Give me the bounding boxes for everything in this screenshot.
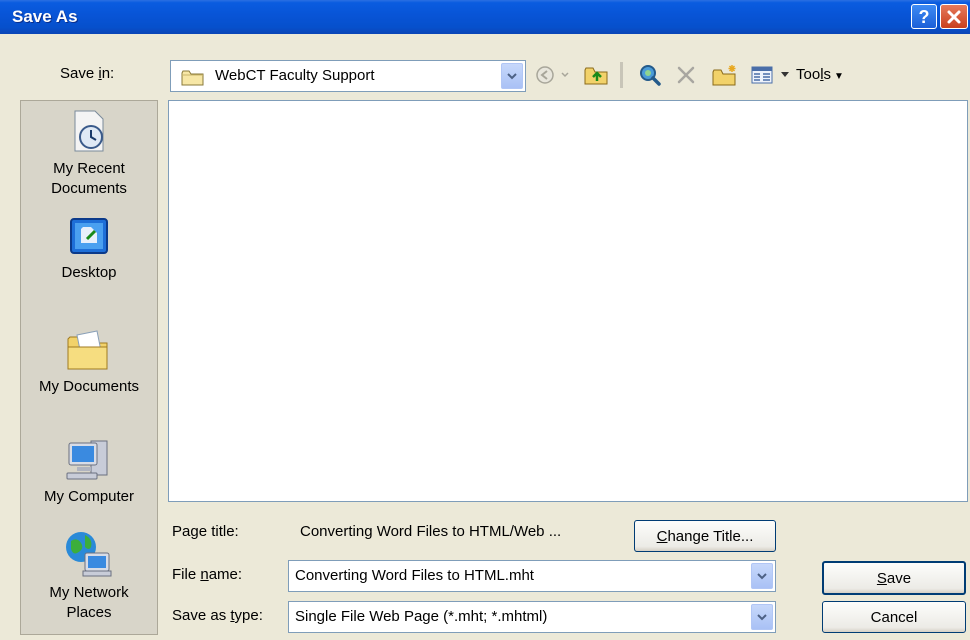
place-my-network-places[interactable]: My Network Places [21, 529, 157, 623]
new-folder-icon[interactable] [708, 62, 742, 88]
delete-icon[interactable] [670, 62, 702, 88]
save-in-dropdown[interactable]: WebCT Faculty Support [170, 60, 526, 92]
save-as-type-value: Single File Web Page (*.mht; *.mhtml) [295, 608, 548, 625]
change-title-label: Change Title... [656, 527, 754, 545]
save-as-dialog: Save As ? Save in: WebCT Faculty Support [0, 0, 970, 640]
page-title-label: Page title: [172, 523, 239, 540]
file-name-value: Converting Word Files to HTML.mht [295, 567, 534, 584]
save-as-type-label: Save as type: [172, 607, 263, 624]
chevron-down-icon: ▼ [834, 71, 844, 82]
views-dropdown-icon[interactable] [778, 62, 792, 88]
back-dropdown-icon[interactable] [558, 62, 572, 88]
my-documents-icon [21, 329, 157, 373]
place-my-recent-documents[interactable]: My Recent Documents [21, 107, 157, 199]
cancel-button[interactable]: Cancel [822, 601, 966, 633]
place-my-computer[interactable]: My Computer [21, 437, 157, 507]
save-as-type-dropdown[interactable]: Single File Web Page (*.mht; *.mhtml) [288, 601, 776, 633]
save-button-label: Save [876, 569, 912, 587]
question-mark-icon: ? [919, 8, 930, 26]
place-label: My Documents [38, 378, 140, 395]
place-label: My Computer [43, 488, 135, 505]
change-title-button[interactable]: Change Title... [634, 520, 776, 552]
chevron-down-icon[interactable] [751, 604, 773, 630]
views-icon[interactable] [748, 62, 776, 88]
cancel-button-label: Cancel [870, 608, 918, 626]
recent-documents-icon [21, 107, 157, 155]
desktop-icon [21, 215, 157, 259]
tools-menu[interactable]: Tools ▼ [796, 66, 844, 83]
file-name-label: File name: [172, 566, 243, 583]
back-icon[interactable] [532, 62, 558, 88]
places-bar: My Recent Documents Desktop My Documents… [20, 100, 158, 635]
page-title-value: Converting Word Files to HTML/Web ... [300, 523, 562, 540]
folder-icon [181, 69, 205, 91]
toolbar-separator [620, 62, 623, 88]
save-in-label: Save in: [60, 65, 115, 82]
window-title: Save As [12, 7, 78, 26]
up-folder-icon[interactable] [580, 62, 612, 88]
place-desktop[interactable]: Desktop [21, 215, 157, 283]
title-bar[interactable]: Save As ? [0, 0, 970, 34]
chevron-down-icon[interactable] [501, 63, 523, 89]
place-my-documents[interactable]: My Documents [21, 329, 157, 397]
place-label: My Network [49, 584, 129, 601]
chevron-down-icon[interactable] [751, 563, 773, 589]
search-web-icon[interactable] [634, 62, 666, 88]
save-button[interactable]: Save [822, 561, 966, 595]
close-icon [947, 10, 961, 23]
place-label: Places [66, 604, 112, 621]
svg-text:?: ? [919, 8, 930, 26]
file-name-field[interactable]: Converting Word Files to HTML.mht [288, 560, 776, 592]
place-label: Desktop [61, 264, 117, 281]
my-network-places-icon [21, 529, 157, 579]
place-label: Documents [51, 180, 127, 197]
file-list[interactable] [168, 100, 968, 502]
my-computer-icon [21, 437, 157, 483]
close-button[interactable] [940, 4, 968, 29]
place-label: My Recent [53, 160, 125, 177]
help-button[interactable]: ? [911, 4, 937, 29]
save-in-value: WebCT Faculty Support [215, 67, 375, 84]
